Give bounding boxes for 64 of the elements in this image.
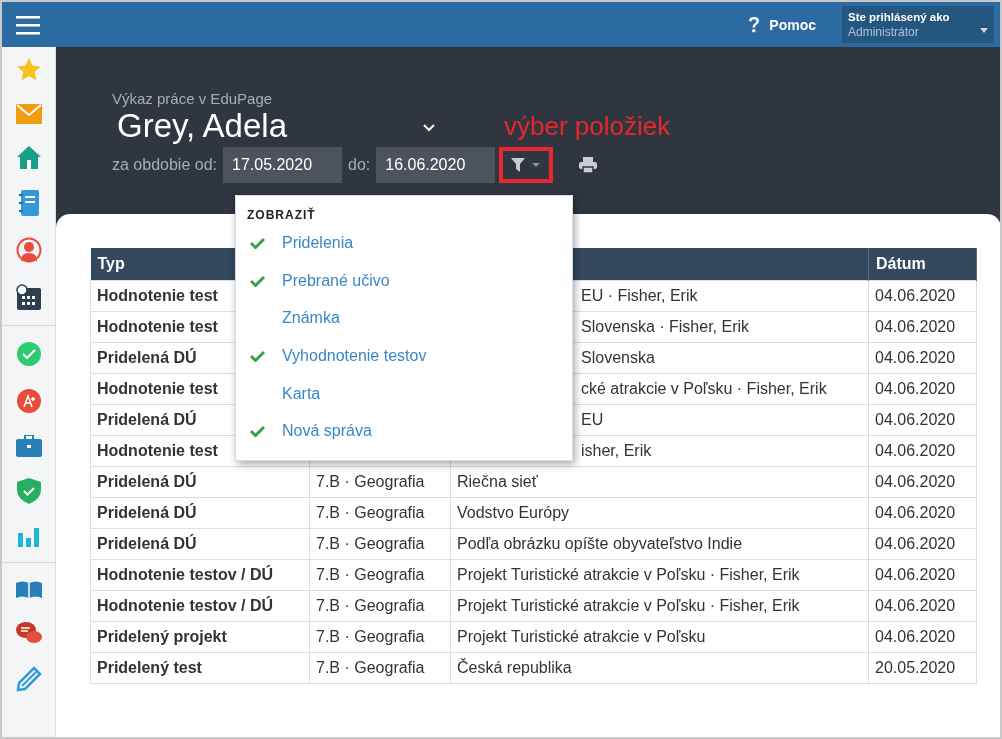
table-cell: 20.05.2020 [868, 652, 977, 683]
annotation-text: výber položiek [504, 110, 671, 142]
help-icon[interactable] [748, 16, 761, 33]
grade-icon[interactable] [15, 388, 42, 414]
table-cell: 04.06.2020 [868, 373, 977, 404]
table-cell: Pridelený projekt [90, 621, 310, 652]
from-label: za obdobie od: [112, 156, 217, 174]
house-icon[interactable] [15, 145, 42, 169]
table-cell: Projekt Turistické atrakcie v Poľsku · Fisher, Erik [450, 590, 869, 621]
table-cell: 04.06.2020 [868, 466, 977, 497]
table-cell: 7.B · Geografia [309, 621, 451, 652]
table-cell: 7.B · Geografia [309, 497, 451, 528]
table-cell: 04.06.2020 [868, 342, 977, 373]
person-name: Grey, Adela [117, 107, 288, 145]
from-date-field[interactable]: 17.05.2020 [223, 147, 342, 183]
table-cell: 04.06.2020 [868, 590, 977, 621]
column-header: Dátum [868, 248, 977, 280]
menu-icon[interactable] [16, 14, 40, 35]
envelope-icon[interactable] [15, 104, 42, 124]
shield-icon[interactable] [16, 478, 41, 504]
bar-chart-icon[interactable] [16, 525, 41, 547]
table-cell: Pridelená DÚ [90, 528, 310, 559]
to-label: do: [348, 156, 371, 174]
help-link[interactable]: Pomoc [769, 16, 816, 33]
check-badge-icon[interactable] [15, 341, 42, 367]
table-cell: 04.06.2020 [868, 311, 977, 342]
table-cell: Pridelený test [90, 652, 310, 683]
table-cell: 04.06.2020 [868, 528, 977, 559]
table-cell: 7.B · Geografia [309, 590, 451, 621]
table-cell: 7.B · Geografia [309, 559, 451, 590]
user-dropdown[interactable]: Ste prihlásený ako Administrátor [842, 6, 994, 43]
table-cell: 7.B · Geografia [309, 652, 451, 683]
star-icon[interactable] [15, 57, 42, 83]
table-cell: Projekt Turistické atrakcie v Poľsku [450, 621, 869, 652]
briefcase-icon[interactable] [15, 435, 42, 457]
table-cell: 04.06.2020 [868, 559, 977, 590]
caret-icon [980, 28, 988, 33]
table-cell: 04.06.2020 [868, 621, 977, 652]
table-cell: Podľa obrázku opíšte obyvateľstvo Indie [450, 528, 869, 559]
table-cell: Vodstvo Európy [450, 497, 869, 528]
print-icon[interactable] [579, 157, 598, 173]
chevron-down-icon[interactable] [423, 124, 435, 132]
table-cell: Pridelená DÚ [90, 466, 310, 497]
pencil-icon[interactable] [15, 666, 42, 692]
table-cell: 7.B · Geografia [309, 466, 451, 497]
notebook-icon[interactable] [18, 190, 39, 216]
table-cell: 04.06.2020 [868, 280, 977, 311]
to-date-field[interactable]: 16.06.2020 [376, 147, 496, 183]
table-cell: Pridelená DÚ [90, 497, 310, 528]
page-subtitle: Výkaz práce v EduPage [112, 90, 274, 107]
table-cell: 04.06.2020 [868, 435, 977, 466]
filter-icon[interactable] [511, 158, 542, 172]
table-cell: 7.B · Geografia [309, 528, 451, 559]
person-icon[interactable] [15, 237, 42, 263]
menu-title: ZOBRAZIŤ [246, 208, 317, 222]
table-cell: Česká republika [450, 652, 869, 683]
table-cell: Hodnotenie testov / DÚ [90, 559, 310, 590]
table-cell: Hodnotenie testov / DÚ [90, 590, 310, 621]
table-cell: Riečna sieť [450, 466, 869, 497]
table-cell: 04.06.2020 [868, 404, 977, 435]
chat-icon[interactable] [14, 621, 43, 645]
table-cell: Projekt Turistické atrakcie v Poľsku · Fisher, Erik [450, 559, 869, 590]
calendar-icon[interactable] [15, 284, 42, 310]
table-cell: 04.06.2020 [868, 497, 977, 528]
